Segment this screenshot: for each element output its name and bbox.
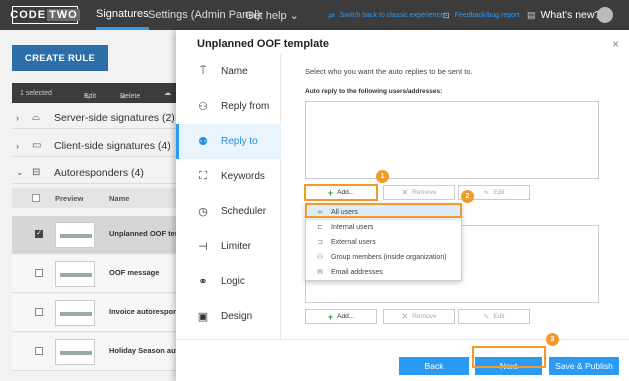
- feedback-icon: ⊡: [443, 10, 450, 20]
- row-checkbox[interactable]: [35, 308, 43, 316]
- table-header: Preview Name: [12, 188, 182, 208]
- save-publish-button[interactable]: Save & Publish: [549, 357, 619, 375]
- nav-signatures[interactable]: Signatures: [96, 0, 149, 30]
- users-reply-icon: ⚉: [198, 136, 208, 148]
- highlight-next-button: [472, 346, 546, 368]
- edit-button[interactable]: ✎ Edit: [458, 309, 530, 324]
- recipients-list[interactable]: [305, 101, 599, 179]
- create-rule-button[interactable]: CREATE RULE: [12, 45, 108, 71]
- monitor-icon: ▭: [32, 140, 42, 151]
- external-user-icon: ⊐: [317, 239, 323, 247]
- step-badge-1: 1: [376, 170, 389, 183]
- group-autoresponders[interactable]: ⌄ ⊟ Autoresponders (4): [12, 162, 182, 184]
- signpost-icon: ⍑: [199, 65, 207, 77]
- close-icon: ✕: [401, 188, 409, 197]
- chevron-right-icon: ›: [16, 112, 19, 123]
- close-icon: ✕: [401, 312, 409, 321]
- logic-icon: ⚭: [198, 276, 208, 288]
- modal-footer: Back Next Save & Publish: [176, 339, 629, 381]
- switch-classic-link[interactable]: ⇄ Switch back to classic experience: [328, 0, 444, 30]
- row-checkbox[interactable]: [35, 347, 43, 355]
- table-row[interactable]: Invoice autoresponder: [12, 294, 182, 332]
- pencil-icon: ✎: [483, 313, 490, 321]
- nav-get-help[interactable]: Get help ⌄: [245, 0, 299, 30]
- highlight-add-button: [304, 184, 378, 201]
- field-label: Auto reply to the following users/addres…: [305, 88, 443, 95]
- option-group-members[interactable]: ⚇ Group members (inside organization): [306, 250, 461, 265]
- feedback-link[interactable]: ⊡ Feedback/bug report: [443, 0, 519, 30]
- envelope-icon: ✉: [317, 269, 323, 277]
- rules-toolbar: 1 selected ✎ Edit ✕ Delete ☁: [12, 83, 182, 103]
- highlight-all-users: [305, 203, 462, 218]
- instruction-text: Select who you want the auto replies to …: [305, 67, 473, 76]
- option-external-users[interactable]: ⊐ External users: [306, 235, 461, 250]
- modal-sidebar: ⍑ Name ⚇ Reply from ⚉ Reply to ⛶ Keyword…: [176, 54, 281, 339]
- table-row[interactable]: OOF message: [12, 255, 182, 293]
- pencil-icon: ✎: [483, 189, 490, 197]
- preview-thumbnail: [55, 300, 95, 326]
- preview-thumbnail: [55, 261, 95, 287]
- sidebar-item-reply-from[interactable]: ⚇ Reply from: [176, 89, 281, 124]
- back-button[interactable]: Back: [399, 357, 469, 375]
- column-preview[interactable]: Preview: [55, 194, 83, 203]
- option-email-addresses[interactable]: ✉ Email addresses: [306, 265, 461, 280]
- autoresponder-icon: ⊟: [32, 167, 41, 178]
- plus-icon: +: [327, 311, 334, 322]
- row-checkbox[interactable]: [35, 269, 43, 277]
- sidebar-item-design[interactable]: ▣ Design: [176, 299, 281, 334]
- selected-count: 1 selected: [20, 89, 52, 97]
- sidebar-item-keywords[interactable]: ⛶ Keywords: [176, 159, 281, 194]
- avatar[interactable]: [597, 7, 613, 23]
- close-icon[interactable]: ×: [612, 37, 619, 51]
- remove-button[interactable]: ✕ Remove: [383, 309, 455, 324]
- limiter-icon: ⊣: [198, 241, 208, 253]
- preview-thumbnail: [55, 222, 95, 248]
- clock-icon: ◷: [198, 206, 208, 218]
- select-all-checkbox[interactable]: [32, 194, 40, 202]
- sidebar-item-limiter[interactable]: ⊣ Limiter: [176, 229, 281, 264]
- news-icon: ▤: [527, 9, 536, 20]
- chevron-right-icon: ›: [16, 140, 19, 151]
- chevron-down-icon: ⌄: [16, 167, 24, 177]
- internal-user-icon: ⊏: [317, 224, 323, 232]
- option-internal-users[interactable]: ⊏ Internal users: [306, 220, 461, 235]
- sidebar-item-name[interactable]: ⍑ Name: [176, 54, 281, 89]
- row-checkbox[interactable]: ✓: [35, 230, 43, 238]
- user-reply-icon: ⚇: [198, 101, 208, 113]
- preview-thumbnail: [55, 339, 95, 365]
- cloud-icon[interactable]: ☁: [164, 89, 171, 97]
- step-badge-2: 2: [461, 190, 474, 203]
- add-button[interactable]: + Add...: [305, 309, 377, 324]
- group-icon: ⚇: [316, 254, 324, 262]
- sidebar-item-reply-to[interactable]: ⚉ Reply to: [176, 124, 281, 159]
- group-client-side[interactable]: › ▭ Client-side signatures (4): [12, 135, 182, 157]
- whats-new-link[interactable]: ▤ What's new?: [527, 0, 600, 30]
- top-bar: CODE TWO Signatures Settings (Admin Panel…: [0, 0, 629, 30]
- step-badge-3: 3: [546, 333, 559, 346]
- column-name[interactable]: Name: [109, 194, 129, 203]
- table-row[interactable]: ✓ Unplanned OOF template: [12, 216, 182, 254]
- keywords-icon: ⛶: [199, 170, 207, 182]
- codetwo-logo[interactable]: CODE TWO: [10, 6, 80, 24]
- modal-title: Unplanned OOF template: [197, 38, 330, 50]
- sidebar-item-scheduler[interactable]: ◷ Scheduler: [176, 194, 281, 229]
- remove-button[interactable]: ✕ Remove: [383, 185, 455, 200]
- nav-settings[interactable]: Settings (Admin Panel): [148, 0, 261, 30]
- cloud-outline-icon: ⌓: [32, 112, 40, 123]
- design-icon: ▣: [197, 311, 209, 323]
- table-row[interactable]: Holiday Season autoresponder: [12, 333, 182, 371]
- sidebar-item-logic[interactable]: ⚭ Logic: [176, 264, 281, 299]
- group-server-side[interactable]: › ⌓ Server-side signatures (2): [12, 107, 182, 129]
- switch-icon: ⇄: [328, 10, 335, 20]
